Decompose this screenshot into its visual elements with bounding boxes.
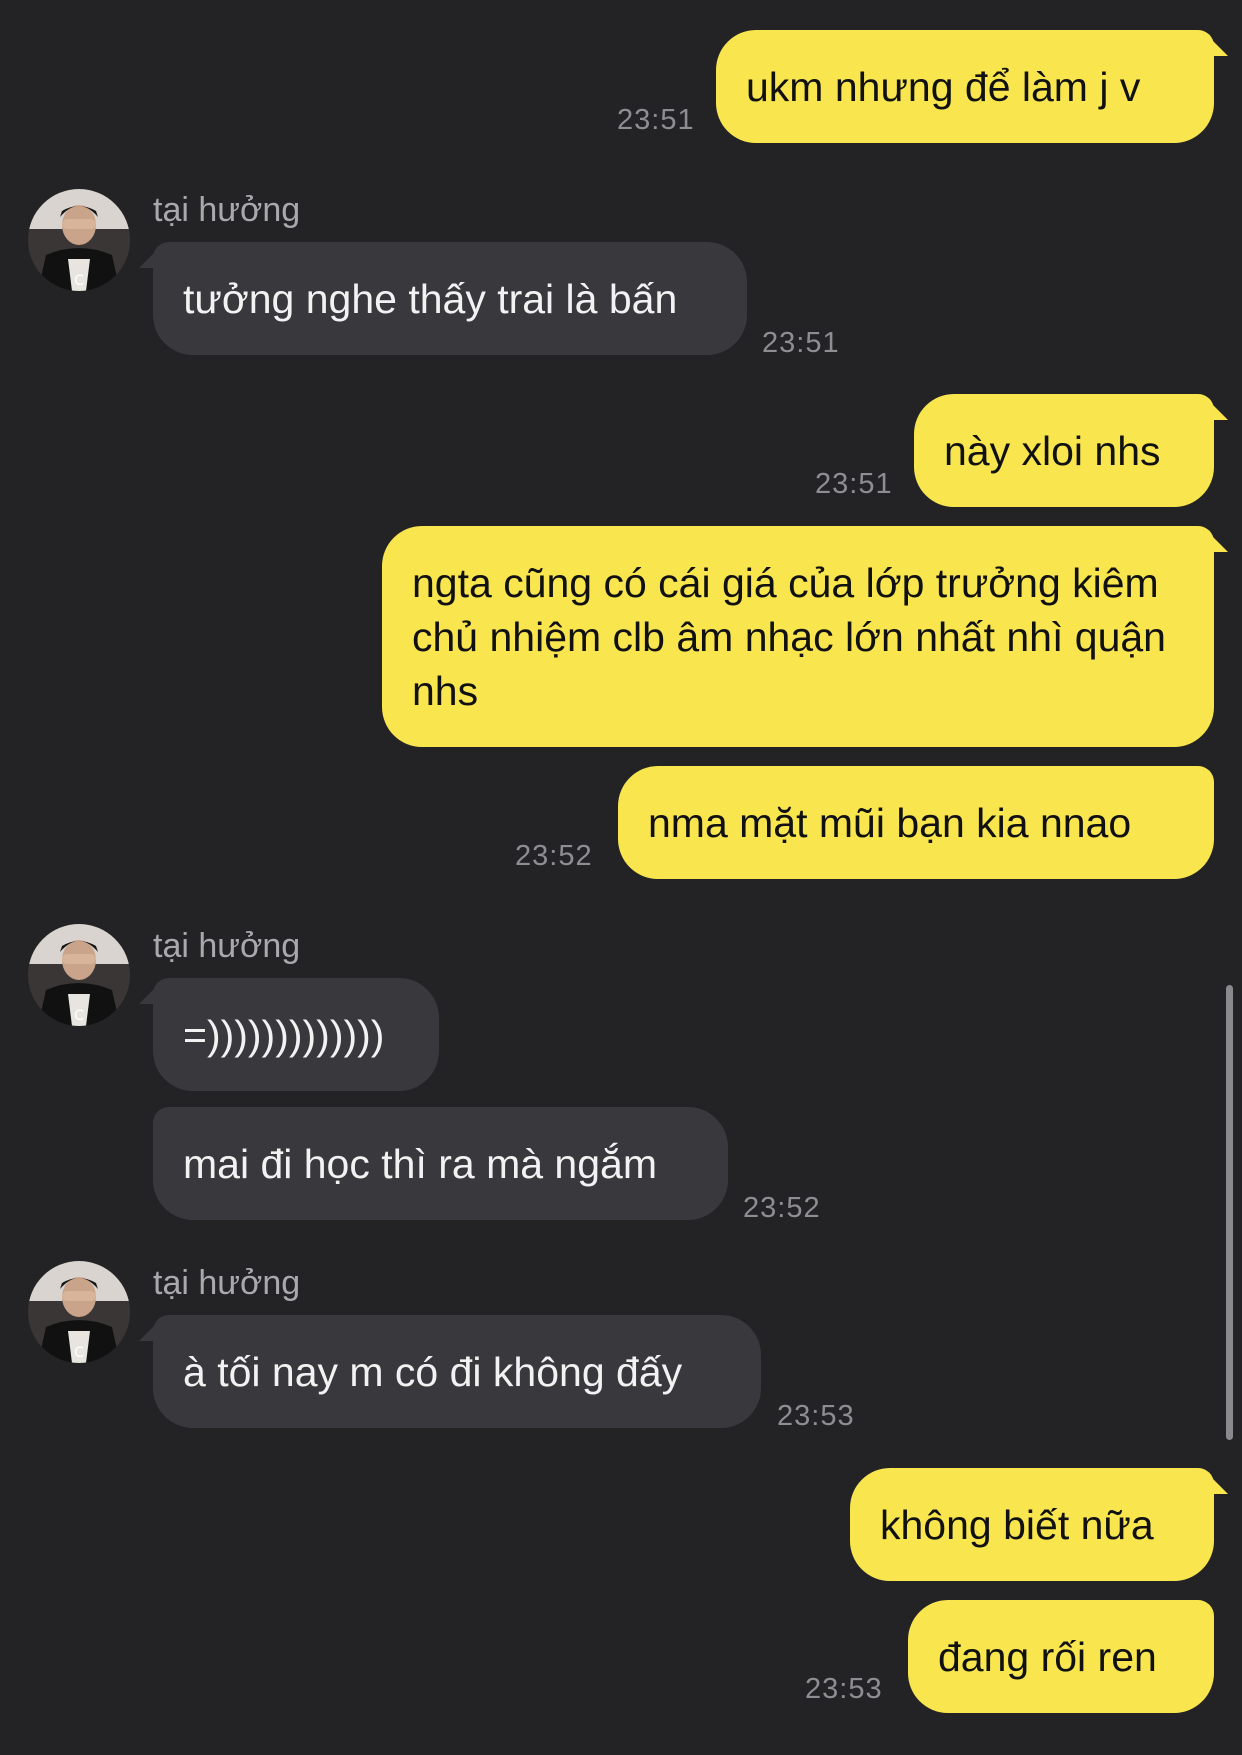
svg-text:C: C [74, 1008, 84, 1024]
outgoing-message-bubble[interactable]: này xloi nhs [914, 394, 1214, 507]
message-text: mai đi học thì ra mà ngắm [183, 1140, 657, 1187]
message-text: =))))))))))))) [183, 1011, 385, 1058]
message-timestamp: 23:52 [743, 1192, 821, 1224]
svg-text:C: C [74, 273, 84, 289]
message-text: à tối nay m có đi không đấy [183, 1348, 683, 1395]
message-timestamp: 23:52 [515, 840, 593, 872]
contact-avatar[interactable]: C [28, 189, 130, 291]
bubble-tail [139, 982, 161, 1004]
user-avatar-photo-icon: C [28, 189, 130, 291]
user-avatar-photo-icon: C [28, 924, 130, 1026]
message-text: nma mặt mũi bạn kia nnao [648, 799, 1132, 846]
sender-name: tại hưởng [153, 1264, 301, 1302]
message-text: ngta cũng có cái giá của lớp trưởng kiêm… [412, 560, 1166, 714]
contact-avatar[interactable]: C [28, 924, 130, 1026]
incoming-message-bubble[interactable]: mai đi học thì ra mà ngắm [153, 1107, 728, 1220]
incoming-message-bubble[interactable]: à tối nay m có đi không đấy [153, 1315, 761, 1428]
contact-avatar[interactable]: C [28, 1261, 130, 1363]
message-text: tưởng nghe thấy trai là bấn [183, 275, 678, 322]
message-timestamp: 23:51 [762, 327, 840, 359]
message-timestamp: 23:51 [815, 468, 893, 500]
outgoing-message-bubble[interactable]: không biết nữa [850, 1468, 1214, 1581]
sender-name: tại hưởng [153, 927, 301, 965]
chat-thread[interactable]: ukm nhưng để làm j v 23:51 C tại hưởng t… [0, 0, 1242, 1755]
message-timestamp: 23:53 [777, 1400, 855, 1432]
message-text: không biết nữa [880, 1501, 1154, 1548]
bubble-tail [139, 1319, 161, 1341]
message-timestamp: 23:51 [617, 104, 695, 136]
bubble-tail [1206, 530, 1228, 552]
bubble-tail [139, 246, 161, 268]
user-avatar-photo-icon: C [28, 1261, 130, 1363]
outgoing-message-bubble[interactable]: ngta cũng có cái giá của lớp trưởng kiêm… [382, 526, 1214, 747]
bubble-tail [1206, 1472, 1228, 1494]
sender-name: tại hưởng [153, 191, 301, 229]
outgoing-message-bubble[interactable]: nma mặt mũi bạn kia nnao [618, 766, 1214, 879]
message-text: này xloi nhs [944, 427, 1161, 474]
incoming-message-bubble[interactable]: =))))))))))))) [153, 978, 439, 1091]
bubble-tail [1206, 34, 1228, 56]
outgoing-message-bubble[interactable]: ukm nhưng để làm j v [716, 30, 1214, 143]
message-text: ukm nhưng để làm j v [746, 63, 1141, 110]
incoming-message-bubble[interactable]: tưởng nghe thấy trai là bấn [153, 242, 747, 355]
svg-text:C: C [74, 1345, 84, 1361]
message-timestamp: 23:53 [805, 1673, 883, 1705]
bubble-tail [1206, 398, 1228, 420]
message-text: đang rối ren [938, 1633, 1157, 1680]
scrollbar-thumb[interactable] [1226, 985, 1233, 1440]
outgoing-message-bubble[interactable]: đang rối ren [908, 1600, 1214, 1713]
